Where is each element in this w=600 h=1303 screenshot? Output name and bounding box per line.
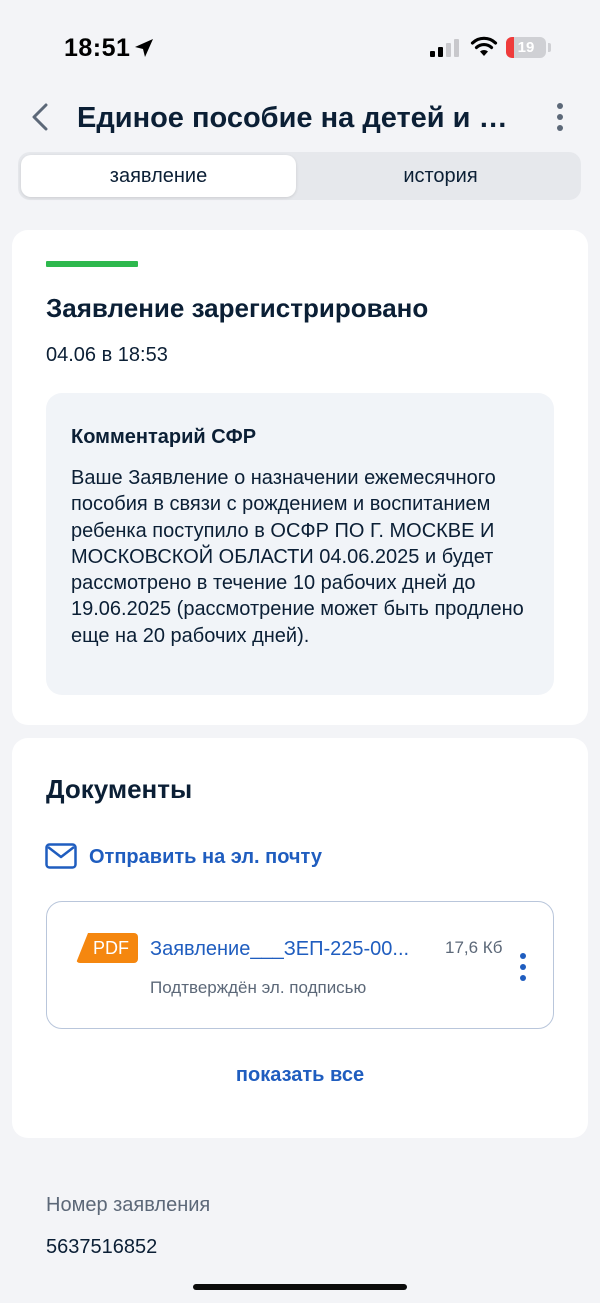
wifi-icon bbox=[470, 36, 498, 56]
document-more-icon[interactable] bbox=[517, 952, 529, 982]
application-number-label: Номер заявления bbox=[46, 1194, 211, 1216]
documents-title: Документы bbox=[46, 774, 193, 804]
documents-card: Документы Отправить на эл. почту PDF Зая… bbox=[12, 738, 588, 1138]
mail-icon bbox=[45, 843, 77, 869]
document-name[interactable]: Заявление___ЗЕП-225-00... bbox=[150, 938, 432, 961]
page-title: Единое пособие на детей и бе... bbox=[77, 102, 517, 134]
pdf-badge-label: PDF bbox=[93, 938, 129, 958]
status-title: Заявление зарегистрировано bbox=[46, 293, 429, 323]
comment-text: Ваше Заявление о назначении ежемесячного… bbox=[71, 467, 524, 647]
pdf-file-icon: PDF bbox=[76, 933, 138, 963]
status-card: Заявление зарегистрировано 04.06 в 18:53… bbox=[12, 230, 588, 725]
comment-heading: Комментарий СФР bbox=[71, 426, 257, 448]
status-progress-line bbox=[46, 261, 138, 267]
comment-box: Комментарий СФР Ваше Заявление о назначе… bbox=[46, 393, 554, 695]
document-item[interactable]: PDF Заявление___ЗЕП-225-00... 17,6 Кб По… bbox=[46, 901, 554, 1029]
segmented-tabs: заявление история bbox=[18, 152, 581, 200]
more-vertical-icon[interactable] bbox=[550, 101, 570, 133]
location-arrow-icon bbox=[135, 39, 153, 57]
chevron-left-icon[interactable] bbox=[26, 100, 56, 134]
application-number-value: 5637516852 bbox=[46, 1236, 158, 1256]
show-all-button[interactable]: показать все bbox=[12, 1064, 588, 1087]
document-signature-status: Подтверждён эл. подписью bbox=[150, 978, 367, 997]
send-email-label: Отправить на эл. почту bbox=[89, 846, 322, 868]
battery-level: 19 bbox=[517, 39, 535, 56]
document-size: 17,6 Кб bbox=[445, 938, 503, 957]
status-time: 18:51 bbox=[64, 34, 131, 62]
status-bar: 18:51 19 bbox=[0, 0, 600, 96]
home-indicator[interactable] bbox=[193, 1284, 407, 1290]
tab-application[interactable]: заявление bbox=[21, 155, 296, 197]
tab-history[interactable]: история bbox=[303, 155, 578, 197]
battery-tip bbox=[548, 43, 551, 52]
battery-icon: 19 bbox=[506, 37, 546, 58]
status-date: 04.06 в 18:53 bbox=[46, 344, 168, 366]
cellular-signal-icon bbox=[430, 39, 459, 57]
